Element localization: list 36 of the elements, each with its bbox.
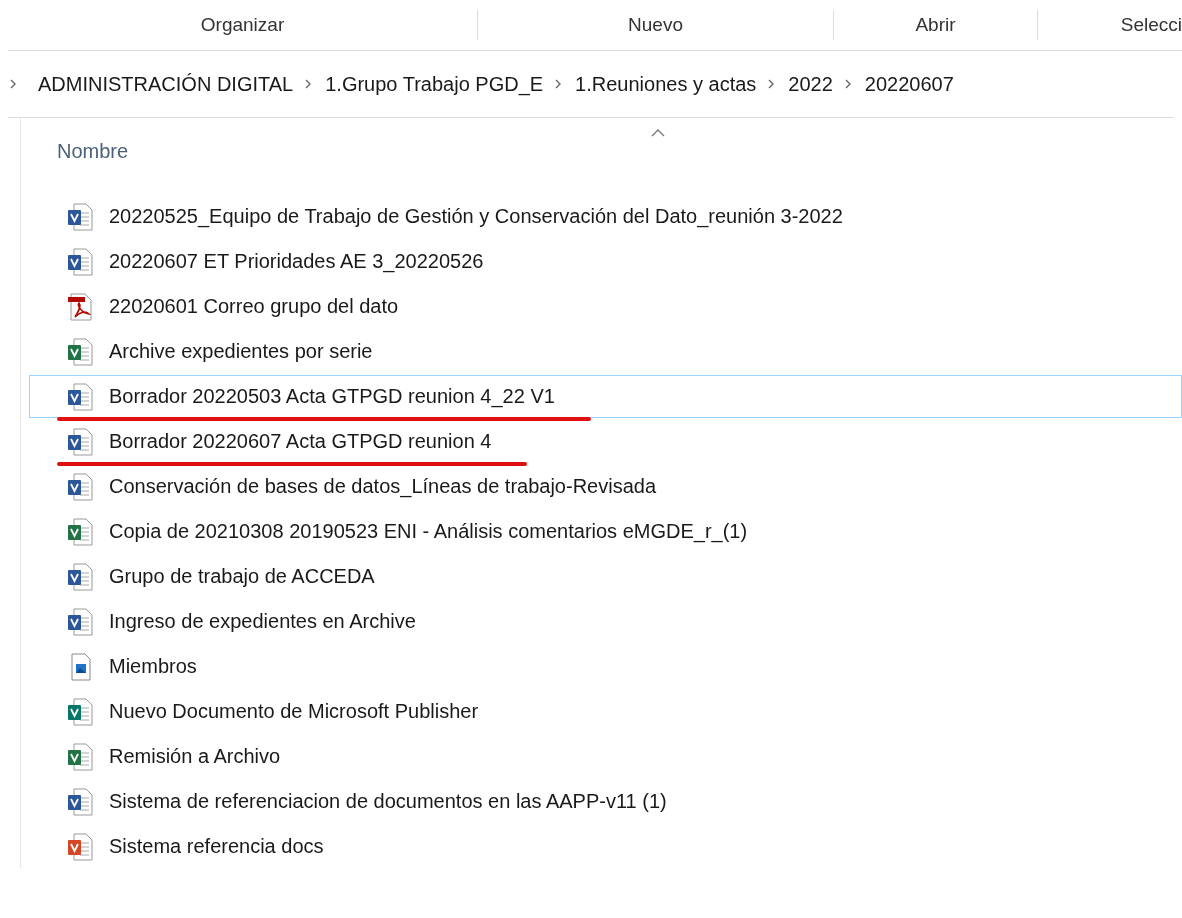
document-file-icon xyxy=(67,562,93,591)
breadcrumb-item[interactable]: 1.Reuniones y actas xyxy=(575,72,757,96)
document-file-icon xyxy=(67,607,93,636)
column-header[interactable]: Nombre xyxy=(51,128,135,175)
file-name[interactable]: Remisión a Archivo xyxy=(109,745,281,768)
file-name[interactable]: 20220607 ET Prioridades AE 3_20220526 xyxy=(109,250,484,273)
document-file-icon xyxy=(67,787,93,816)
file-name[interactable]: Grupo de trabajo de ACCEDA xyxy=(109,565,375,588)
breadcrumb-item[interactable]: ADMINISTRACIÓN DIGITAL xyxy=(38,72,294,96)
file-name[interactable]: Conservación de bases de datos_Líneas de trabajo-Revisada xyxy=(109,475,657,498)
document-file-icon xyxy=(67,202,93,231)
document-file-icon xyxy=(67,337,93,366)
breadcrumb-item[interactable]: 20220607 xyxy=(864,72,954,96)
file-name[interactable]: Miembros xyxy=(109,655,197,678)
file-name[interactable]: Copia de 20210308 20190523 ENI - Análisis comentarios eMGDE_r_(1) xyxy=(109,520,748,543)
file-name[interactable]: 20220525_Equipo de Trabajo de Gestión y Conservación del Dato_reunión 3-2022 xyxy=(109,205,843,228)
file-name[interactable]: 22020601 Correo grupo del dato xyxy=(109,295,399,318)
file-name[interactable]: Sistema de referenciacion de documentos en las AAPP-v11 (1) xyxy=(109,790,667,813)
document-file-icon xyxy=(67,742,93,771)
document-file-icon xyxy=(67,472,93,501)
pdf-file-icon xyxy=(67,292,93,321)
document-file-icon xyxy=(67,832,93,861)
file-name[interactable]: Borrador 20220503 Acta GTPGD reunion 4_22 V1 xyxy=(109,385,555,408)
file-name[interactable]: Nuevo Documento de Microsoft Publisher xyxy=(109,700,479,723)
document-file-icon xyxy=(67,382,93,411)
document-file-icon xyxy=(67,517,93,546)
file-name[interactable]: Ingreso de expedientes en Archive xyxy=(109,610,416,633)
document-file-icon xyxy=(67,427,93,456)
file-name[interactable]: Borrador 20220607 Acta GTPGD reunion 4 xyxy=(109,430,492,453)
chevron-icon xyxy=(8,78,18,90)
file-name[interactable]: Sistema referencia docs xyxy=(109,835,324,858)
breadcrumb-item[interactable]: 1.Grupo Trabajo PGD_E xyxy=(325,72,544,96)
breadcrumb-item[interactable]: 2022 xyxy=(788,72,833,96)
document-file-icon xyxy=(67,247,93,276)
file-name[interactable]: Archive expedientes por serie xyxy=(109,340,373,363)
document-file-icon xyxy=(67,697,93,726)
